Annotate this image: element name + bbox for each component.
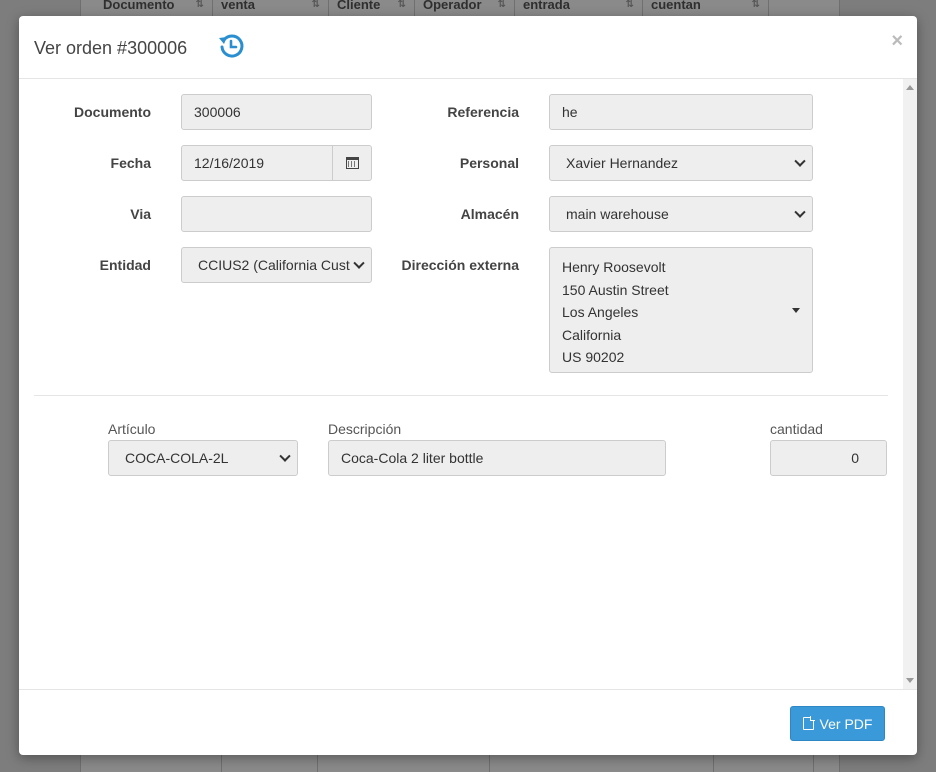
- articulo-value: COCA-COLA-2L: [125, 450, 229, 466]
- sort-icon: ⇅: [625, 0, 634, 10]
- bg-col-label: Operador: [423, 0, 482, 12]
- section-divider: [34, 395, 888, 396]
- chevron-down-icon: [353, 257, 365, 269]
- personal-label: Personal: [459, 155, 519, 171]
- fecha-field[interactable]: 12/16/2019: [181, 145, 372, 181]
- bg-col-cuentan: cuentan ⇅: [643, 0, 769, 16]
- address-line: Los Angeles: [562, 304, 639, 320]
- bg-col-venta: venta ⇅: [213, 0, 329, 16]
- caret-down-icon: [792, 308, 800, 313]
- calendar-button[interactable]: [332, 146, 371, 180]
- fecha-value: 12/16/2019: [194, 155, 265, 171]
- cantidad-header: cantidad: [770, 421, 823, 437]
- chevron-down-icon: [279, 450, 291, 462]
- personal-value: Xavier Hernandez: [566, 155, 679, 171]
- modal-header: Ver orden #300006 ×: [19, 16, 917, 79]
- articulo-select[interactable]: COCA-COLA-2L: [108, 440, 298, 476]
- scroll-down-icon[interactable]: [906, 678, 914, 683]
- sort-icon: ⇅: [497, 0, 506, 10]
- entidad-select[interactable]: CCIUS2 (California Cust: [181, 247, 372, 283]
- almacen-label: Almacén: [460, 206, 519, 222]
- chevron-down-icon: [794, 206, 806, 218]
- close-button[interactable]: ×: [891, 31, 903, 51]
- background-table-header: Documento ⇅ venta ⇅ Cliente ⇅ Operador ⇅ ent…: [95, 0, 769, 16]
- bg-col-cliente: Cliente ⇅: [329, 0, 415, 16]
- sort-icon: ⇅: [397, 0, 406, 10]
- view-pdf-button[interactable]: Ver PDF: [790, 706, 885, 741]
- documento-label: Documento: [74, 104, 151, 120]
- modal-footer: Ver PDF: [19, 689, 917, 755]
- bg-col-label: venta: [221, 0, 255, 12]
- calendar-icon: [345, 157, 359, 169]
- documento-field[interactable]: 300006: [181, 94, 372, 130]
- sort-icon: ⇅: [311, 0, 320, 10]
- fecha-label: Fecha: [110, 155, 151, 171]
- address-line: California: [562, 326, 622, 343]
- direccion-select[interactable]: Henry Roosevolt 150 Austin Street Los An…: [549, 247, 813, 373]
- via-field[interactable]: [181, 196, 372, 232]
- cantidad-field[interactable]: 0: [770, 440, 887, 476]
- modal-body: Documento 300006 Referencia he Fecha 12/…: [19, 79, 917, 689]
- articulo-header: Artículo: [108, 421, 156, 437]
- bg-col-label: entrada: [523, 0, 570, 12]
- file-pdf-icon: [802, 716, 815, 730]
- almacen-select[interactable]: main warehouse: [549, 196, 813, 232]
- personal-select[interactable]: Xavier Hernandez: [549, 145, 813, 181]
- bg-col-label: Cliente: [337, 0, 381, 12]
- bg-col-entrada: entrada ⇅: [515, 0, 643, 16]
- referencia-label: Referencia: [447, 104, 519, 120]
- address-line: US 90202: [562, 349, 625, 365]
- chevron-down-icon: [794, 155, 806, 167]
- bg-col-operador: Operador ⇅: [415, 0, 515, 16]
- order-modal: Ver orden #300006 × Documento 300006 Ref…: [19, 16, 917, 755]
- address-line: Henry Roosevolt: [562, 259, 666, 275]
- entidad-label: Entidad: [99, 257, 151, 273]
- sort-icon: ⇅: [195, 0, 204, 10]
- bg-col-label: cuentan: [651, 0, 701, 12]
- modal-title: Ver orden #300006: [34, 38, 188, 58]
- via-label: Via: [130, 206, 151, 222]
- descripcion-header: Descripción: [328, 421, 402, 437]
- referencia-field[interactable]: he: [549, 94, 813, 130]
- scroll-up-icon[interactable]: [906, 85, 914, 90]
- bg-col-documento: Documento ⇅: [95, 0, 213, 16]
- sort-icon: ⇅: [751, 0, 760, 10]
- modal-scrollbar[interactable]: [903, 79, 917, 689]
- view-pdf-label: Ver PDF: [819, 715, 873, 732]
- entidad-value: CCIUS2 (California Cust: [198, 257, 350, 273]
- descripcion-field[interactable]: Coca-Cola 2 liter bottle: [328, 440, 666, 476]
- address-line: 150 Austin Street: [562, 281, 669, 298]
- bg-col-label: Documento: [103, 0, 175, 12]
- almacen-value: main warehouse: [566, 206, 669, 222]
- background-table-footer: [95, 755, 840, 772]
- direccion-label: Dirección externa: [401, 257, 520, 273]
- history-icon[interactable]: [217, 32, 245, 60]
